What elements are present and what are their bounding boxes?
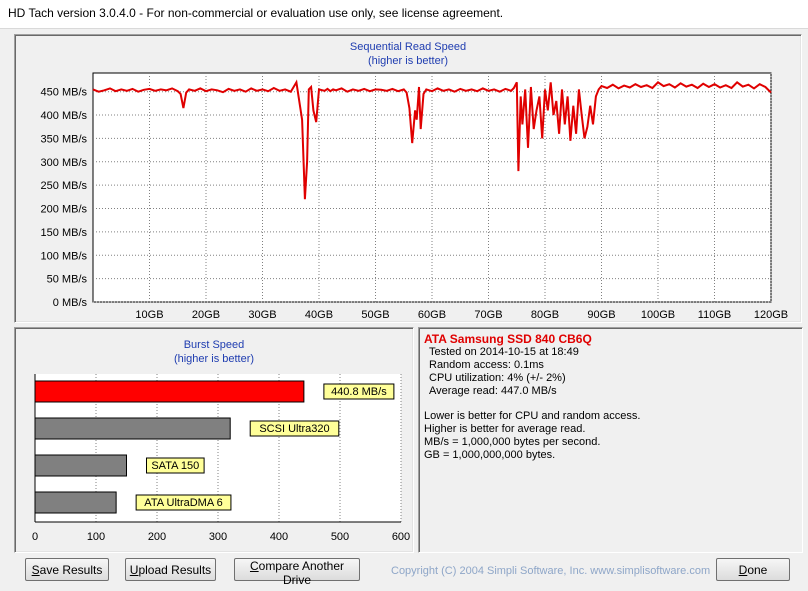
x-tick-label: 90GB — [587, 309, 615, 321]
burst-bar — [34, 417, 231, 440]
drive-name: ATA Samsung SSD 840 CB6Q — [424, 332, 592, 346]
y-tick-label: 150 MB/s — [41, 227, 88, 239]
sequential-read-chart: 0 MB/s 50 MB/s 100 MB/s 150 MB/s 200 MB/s 250… — [41, 72, 788, 321]
burst-bar — [34, 491, 117, 514]
save-accel: S — [31, 562, 40, 577]
burst-speed-chart: 440.8 MB/s SCSI Ultra320 SATA 150 ATA Ultra… — [32, 374, 410, 543]
sequential-read-panel: Sequential Read Speed (higher is better)… — [14, 34, 802, 323]
copyright-link[interactable]: Copyright (C) 2004 Simpli Software, Inc.… — [391, 565, 710, 577]
done-button[interactable]: Done — [716, 558, 790, 581]
note-higher-better: Higher is better for average read. — [424, 423, 586, 435]
x-tick-label: 80GB — [531, 309, 559, 321]
done-accel: D — [738, 562, 748, 577]
y-tick-label: 50 MB/s — [47, 274, 88, 286]
upload-results-button[interactable]: Upload Results — [125, 558, 216, 581]
y-tick-label: 300 MB/s — [41, 157, 88, 169]
compare-accel: C — [249, 559, 259, 573]
burst-bar-label: ATA UltraDMA 6 — [144, 497, 222, 509]
y-tick-label: 250 MB/s — [41, 180, 88, 192]
burst-x-tick-label: 500 — [331, 531, 349, 543]
save-label: ave Results — [39, 562, 103, 577]
upload-label: pload Results — [138, 562, 212, 577]
burst-speed-panel: Burst Speed (higher is better) 440.8 MB/… — [14, 327, 414, 553]
note-gb-definition: GB = 1,000,000,000 bytes. — [424, 449, 556, 461]
burst-x-tick-label: 200 — [148, 531, 166, 543]
random-access: Random access: 0.1ms — [429, 359, 544, 371]
compare-label: ompare Another Drive — [258, 559, 345, 587]
x-tick-label: 70GB — [474, 309, 502, 321]
window-title: HD Tach version 3.0.4.0 - For non-commer… — [8, 6, 504, 20]
title-bar: HD Tach version 3.0.4.0 - For non-commer… — [0, 0, 808, 29]
x-tick-label: 10GB — [135, 309, 163, 321]
x-tick-label: 50GB — [361, 309, 389, 321]
x-tick-label: 30GB — [248, 309, 276, 321]
save-results-button[interactable]: Save Results — [25, 558, 109, 581]
y-tick-label: 400 MB/s — [41, 110, 88, 122]
burst-bar-label: SATA 150 — [151, 460, 199, 472]
y-tick-label: 350 MB/s — [41, 133, 88, 145]
y-tick-label: 100 MB/s — [41, 250, 88, 262]
drive-info-panel: ATA Samsung SSD 840 CB6Q Tested on 2014-… — [418, 327, 803, 553]
burst-bar-label: SCSI Ultra320 — [259, 423, 329, 435]
y-tick-label: 450 MB/s — [41, 87, 88, 99]
x-tick-label: 100GB — [641, 309, 675, 321]
cpu-utilization: CPU utilization: 4% (+/- 2%) — [429, 372, 566, 384]
compare-drive-button[interactable]: Compare Another Drive — [234, 558, 360, 587]
burst-bar — [34, 380, 305, 403]
x-tick-label: 40GB — [305, 309, 333, 321]
x-tick-label: 110GB — [698, 309, 731, 321]
note-lower-better: Lower is better for CPU and random acces… — [424, 410, 641, 422]
y-tick-label: 0 MB/s — [53, 297, 88, 309]
burst-x-tick-label: 100 — [87, 531, 105, 543]
y-tick-label: 200 MB/s — [41, 204, 88, 216]
burst-x-tick-label: 400 — [270, 531, 288, 543]
average-read: Average read: 447.0 MB/s — [429, 385, 557, 397]
note-mbs-definition: MB/s = 1,000,000 bytes per second. — [424, 436, 601, 448]
x-tick-label: 120GB — [754, 309, 788, 321]
burst-x-tick-label: 0 — [32, 531, 38, 543]
burst-bar — [34, 454, 127, 477]
done-label: one — [747, 562, 768, 577]
x-tick-label: 20GB — [192, 309, 220, 321]
x-tick-label: 60GB — [418, 309, 446, 321]
burst-x-tick-label: 600 — [392, 531, 410, 543]
tested-on: Tested on 2014-10-15 at 18:49 — [429, 346, 579, 358]
burst-bar-label: 440.8 MB/s — [331, 386, 387, 398]
burst-x-tick-label: 300 — [209, 531, 227, 543]
